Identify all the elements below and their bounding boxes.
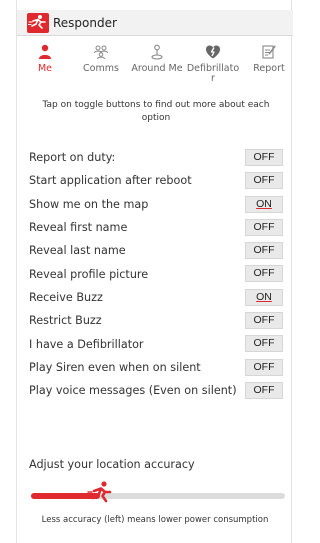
restrict-buzz-toggle[interactable]: OFF (245, 312, 283, 330)
setting-label: Reveal last name (29, 244, 126, 258)
accuracy-label: Adjust your location accuracy (29, 458, 195, 471)
have-defibrillator-toggle[interactable]: OFF (245, 335, 283, 353)
tab-bar: Me Comms Around Me Defibrillator Report (17, 42, 293, 88)
siren-on-silent-toggle[interactable]: OFF (245, 358, 283, 376)
setting-voice-on-silent: Play voice messages (Even on silent) OFF (17, 379, 293, 402)
tab-label: Around Me (131, 63, 183, 74)
setting-label: Reveal profile picture (29, 267, 149, 281)
setting-label: I have a Defibrillator (29, 337, 144, 351)
tab-defibrillator[interactable]: Defibrillator (185, 42, 241, 88)
setting-label: Restrict Buzz (29, 314, 102, 328)
tab-label: Report (253, 63, 285, 74)
setting-receive-buzz: Receive Buzz ON (17, 286, 293, 309)
setting-report-on-duty: Report on duty: OFF (17, 146, 293, 169)
setting-reveal-first-name: Reveal first name OFF (17, 216, 293, 239)
tab-around-me[interactable]: Around Me (129, 42, 185, 88)
setting-label: Play Siren even when on silent (29, 360, 201, 374)
setting-label: Show me on the map (29, 197, 149, 211)
reveal-first-name-toggle[interactable]: OFF (245, 218, 283, 236)
heart-defibrillator-icon (206, 45, 220, 59)
tab-report[interactable]: Report (241, 42, 297, 88)
start-after-reboot-toggle[interactable]: OFF (245, 172, 283, 190)
setting-label: Receive Buzz (29, 290, 103, 304)
location-pin-icon (151, 44, 163, 60)
setting-reveal-last-name: Reveal last name OFF (17, 239, 293, 262)
help-hint: Tap on toggle buttons to find out more a… (42, 100, 270, 123)
tab-comms[interactable]: Comms (73, 42, 129, 88)
reveal-last-name-toggle[interactable]: OFF (245, 242, 283, 260)
report-on-duty-toggle[interactable]: OFF (245, 149, 283, 166)
tab-label: Defibrillator (186, 63, 240, 84)
setting-siren-on-silent: Play Siren even when on silent OFF (17, 356, 293, 379)
responder-logo-icon (27, 12, 49, 33)
tab-me[interactable]: Me (17, 42, 73, 88)
people-icon (94, 45, 108, 60)
tab-label: Me (37, 63, 53, 74)
accuracy-note: Less accuracy (left) means lower power c… (41, 515, 269, 525)
setting-restrict-buzz: Restrict Buzz OFF (17, 309, 293, 332)
voice-on-silent-toggle[interactable]: OFF (245, 381, 283, 399)
setting-label: Reveal first name (29, 221, 128, 235)
setting-start-after-reboot: Start application after reboot OFF (17, 169, 293, 192)
person-icon (39, 44, 51, 59)
slider-thumb-runner-icon[interactable] (86, 480, 113, 506)
receive-buzz-toggle[interactable]: ON (245, 288, 283, 306)
setting-label: Start application after reboot (29, 174, 192, 188)
location-accuracy-slider[interactable] (31, 481, 285, 506)
show-on-map-toggle[interactable]: ON (245, 195, 283, 213)
app-title: Responder (53, 15, 117, 30)
setting-show-on-map: Show me on the map ON (17, 193, 293, 216)
settings-list: Report on duty: OFF Start application af… (17, 146, 293, 402)
setting-label: Report on duty: (29, 151, 116, 165)
setting-reveal-profile-picture: Reveal profile picture OFF (17, 262, 293, 285)
app-frame: Responder Me Comms Around Me Defibrillat… (16, 0, 293, 543)
tab-label: Comms (83, 63, 119, 74)
title-bar: Responder (17, 10, 293, 36)
reveal-profile-picture-toggle[interactable]: OFF (245, 265, 283, 283)
report-icon (262, 45, 276, 59)
setting-have-defibrillator: I have a Defibrillator OFF (17, 332, 293, 355)
setting-label: Play voice messages (Even on silent) (29, 384, 237, 398)
